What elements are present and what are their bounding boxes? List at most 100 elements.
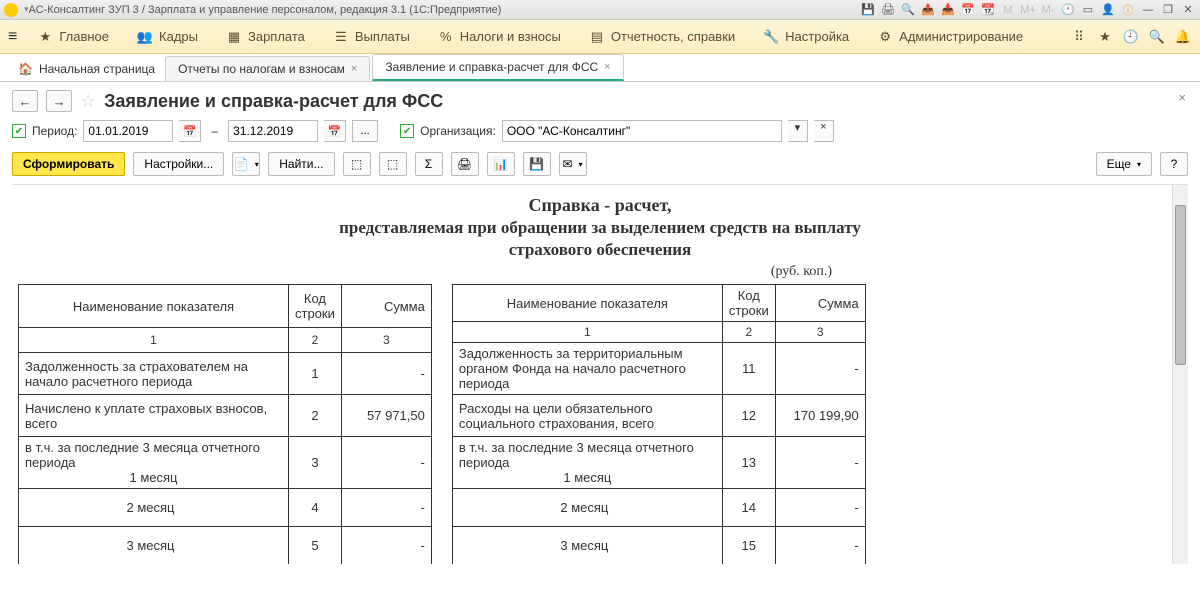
generate-button[interactable]: Сформировать [12, 152, 125, 176]
history-icon[interactable]: 🕘 [1122, 28, 1140, 46]
print-icon[interactable]: 🖨 [880, 2, 896, 18]
chart-button[interactable]: 📊 [487, 152, 515, 176]
table-row: Начислено к уплате страховых взносов, вс… [19, 395, 432, 437]
wrench-icon: 🔧 [763, 29, 779, 45]
doc-icon: ▤ [589, 29, 605, 45]
table-row: в т.ч. за последние 3 месяца отчетного п… [19, 437, 432, 489]
menu-settings[interactable]: 🔧Настройка [749, 20, 863, 53]
preview-icon[interactable]: 🔍 [900, 2, 916, 18]
maximize-icon[interactable]: ❐ [1160, 2, 1176, 18]
nav-forward-button[interactable]: → [46, 90, 72, 112]
menu-staff[interactable]: 👥Кадры [123, 20, 212, 53]
org-clear-button[interactable]: × [814, 120, 834, 142]
help-button[interactable]: ? [1160, 152, 1188, 176]
table-row: 2 месяц14- [452, 489, 865, 527]
th-name: Наименование показателя [19, 285, 289, 328]
report-subtitle-1: представляемая при обращении за выделени… [18, 218, 1182, 238]
colnum-1: 1 [452, 322, 722, 343]
expand-button[interactable]: ⬚ [343, 152, 371, 176]
close-window-icon[interactable]: ✕ [1180, 2, 1196, 18]
apps-icon[interactable]: ⠿ [1070, 28, 1088, 46]
close-icon[interactable]: × [351, 63, 357, 75]
app-icon [4, 3, 18, 17]
nav-back-button[interactable]: ← [12, 90, 38, 112]
period-label: Период: [32, 124, 77, 138]
sum-button[interactable]: Σ [415, 152, 443, 176]
date-from-calendar-button[interactable]: 📅 [179, 120, 201, 142]
menu-salary-label: Зарплата [248, 29, 305, 44]
menu-toggle-icon[interactable]: ≡ [8, 28, 17, 46]
table-row: Задолженность за территориальным органом… [452, 343, 865, 395]
tab-bar: 🏠 Начальная страница Отчеты по налогам и… [0, 54, 1200, 82]
variants-button[interactable]: 📄▾ [232, 152, 260, 176]
scroll-thumb[interactable] [1175, 205, 1186, 365]
email-button[interactable]: ✉▾ [559, 152, 587, 176]
search-icon[interactable]: 🔍 [1148, 28, 1166, 46]
calendar-icon[interactable]: 📅 [960, 2, 976, 18]
more-button[interactable]: Еще▾ [1096, 152, 1152, 176]
star-icon: ★ [37, 29, 53, 45]
find-button[interactable]: Найти... [268, 152, 334, 176]
save-icon[interactable]: 💾 [860, 2, 876, 18]
org-input[interactable] [502, 120, 782, 142]
filter-bar: ✔ Период: 📅 – 📅 ... ✔ Организация: ▾ × [12, 120, 1188, 142]
menu-salary[interactable]: ▦Зарплата [212, 20, 319, 53]
collapse-button[interactable]: ⬚ [379, 152, 407, 176]
table-row: Задолженность за страхователем на начало… [19, 353, 432, 395]
org-label: Организация: [420, 124, 496, 138]
period-checkbox[interactable]: ✔ [12, 124, 26, 138]
menu-admin-label: Администрирование [899, 29, 1023, 44]
th-sum: Сумма [775, 285, 865, 322]
vertical-scrollbar[interactable] [1172, 185, 1188, 564]
calc-icon[interactable]: ▭ [1080, 2, 1096, 18]
menu-payments-label: Выплаты [355, 29, 410, 44]
menu-taxes[interactable]: %Налоги и взносы [424, 20, 575, 53]
page-title: Заявление и справка-расчет для ФСС [104, 91, 443, 112]
menu-taxes-label: Налоги и взносы [460, 29, 561, 44]
menu-main-label: Главное [59, 29, 109, 44]
tab-home[interactable]: 🏠 Начальная страница [8, 57, 165, 81]
menu-staff-label: Кадры [159, 29, 198, 44]
tab-home-label: Начальная страница [39, 62, 155, 76]
tab-reports-label: Отчеты по налогам и взносам [178, 62, 345, 76]
close-icon[interactable]: × [604, 61, 610, 73]
titlebar-tools: 💾 🖨 🔍 📤 📥 📅 📆 M M+ M- 🕐 ▭ 👤 ⓘ — ❐ ✕ [860, 2, 1196, 18]
upload-icon[interactable]: 📥 [940, 2, 956, 18]
m-icon[interactable]: M [1000, 2, 1016, 18]
date-from-input[interactable] [83, 120, 173, 142]
table-right: Наименование показателя Код строки Сумма… [452, 284, 866, 564]
date-to-input[interactable] [228, 120, 318, 142]
menu-admin[interactable]: ⚙ Администрирование [863, 20, 1037, 53]
user-icon[interactable]: 👤 [1100, 2, 1116, 18]
settings-button[interactable]: Настройки... [133, 152, 224, 176]
info-icon[interactable]: ⓘ [1120, 2, 1136, 18]
colnum-1: 1 [19, 328, 289, 353]
date-to-calendar-button[interactable]: 📅 [324, 120, 346, 142]
more-label: Еще [1107, 157, 1131, 171]
tab-reports[interactable]: Отчеты по налогам и взносам × [165, 56, 370, 81]
org-dropdown-button[interactable]: ▾ [788, 120, 808, 142]
main-menu: ≡ ★ Главное 👥Кадры ▦Зарплата ☰Выплаты %На… [0, 20, 1200, 54]
menu-main[interactable]: ★ Главное [23, 20, 123, 53]
page: × ← → ☆ Заявление и справка-расчет для Ф… [0, 82, 1200, 572]
gear-icon: ⚙ [877, 29, 893, 45]
menu-reports[interactable]: ▤Отчетность, справки [575, 20, 749, 53]
org-checkbox[interactable]: ✔ [400, 124, 414, 138]
favorites-icon[interactable]: ★ [1096, 28, 1114, 46]
clock-icon[interactable]: 🕐 [1060, 2, 1076, 18]
home-icon: 🏠 [18, 62, 33, 76]
print-button[interactable]: 🖨 [451, 152, 479, 176]
date-icon[interactable]: 📆 [980, 2, 996, 18]
m-plus-icon[interactable]: M+ [1020, 2, 1036, 18]
close-page-icon[interactable]: × [1178, 90, 1186, 105]
minimize-icon[interactable]: — [1140, 2, 1156, 18]
send-icon[interactable]: 📤 [920, 2, 936, 18]
tab-fss[interactable]: Заявление и справка-расчет для ФСС × [372, 54, 623, 81]
favorite-toggle[interactable]: ☆ [80, 91, 96, 112]
period-picker-button[interactable]: ... [352, 120, 378, 142]
save-report-button[interactable]: 💾 [523, 152, 551, 176]
m-minus-icon[interactable]: M- [1040, 2, 1056, 18]
menu-payments[interactable]: ☰Выплаты [319, 20, 424, 53]
bell-icon[interactable]: 🔔 [1174, 28, 1192, 46]
page-header: ← → ☆ Заявление и справка-расчет для ФСС [12, 90, 1188, 112]
